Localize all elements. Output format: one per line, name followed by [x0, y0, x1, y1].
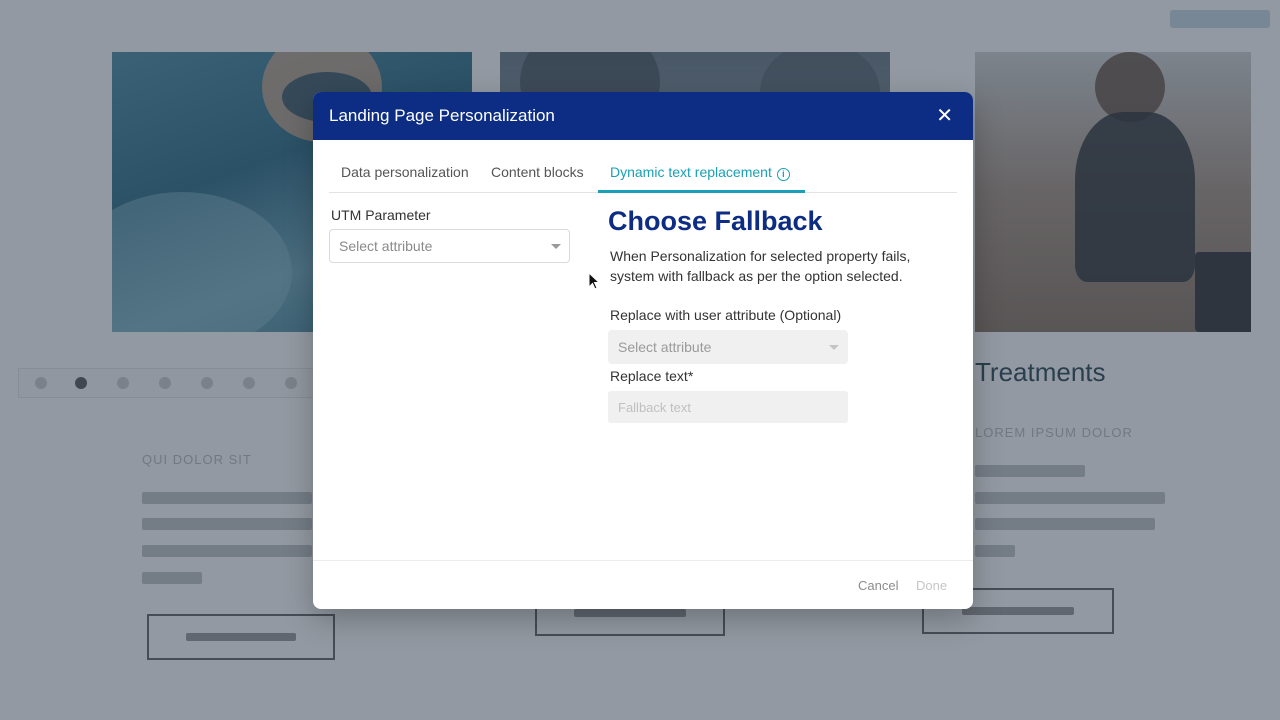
tab-dynamic-text-replacement-label: Dynamic text replacement: [610, 164, 772, 180]
modal-footer: Cancel Done: [313, 560, 973, 609]
chevron-down-icon: [829, 345, 839, 350]
done-button[interactable]: Done: [916, 578, 947, 593]
utm-parameter-select[interactable]: Select attribute: [329, 229, 570, 263]
fallback-description: When Personalization for selected proper…: [610, 248, 911, 284]
modal-title: Landing Page Personalization: [329, 106, 555, 125]
replace-text-label: Replace text*: [610, 368, 694, 384]
info-icon[interactable]: i: [776, 168, 790, 181]
user-attribute-label: Replace with user attribute (Optional): [610, 307, 842, 323]
user-attribute-select-value: Select attribute: [618, 339, 712, 355]
user-attribute-select[interactable]: Select attribute: [608, 330, 848, 364]
utm-parameter-select-value: Select attribute: [339, 238, 433, 254]
personalization-modal: Landing Page Personalization ✕ Data pers…: [313, 92, 973, 609]
active-tab-indicator: [598, 190, 805, 193]
close-icon[interactable]: ✕: [932, 104, 957, 128]
chevron-down-icon: [551, 244, 561, 249]
tab-data-personalization[interactable]: Data personalization: [341, 164, 469, 180]
cancel-button[interactable]: Cancel: [858, 578, 898, 593]
modal-header: Landing Page Personalization ✕: [313, 92, 973, 140]
tab-bar: Data personalization Content blocks Dyna…: [329, 156, 957, 193]
mouse-cursor-icon: [588, 272, 600, 290]
tab-dynamic-text-replacement[interactable]: Dynamic text replacement i: [610, 164, 790, 181]
fallback-heading: Choose Fallback: [608, 206, 823, 236]
tab-content-blocks[interactable]: Content blocks: [491, 164, 584, 180]
utm-parameter-label: UTM Parameter: [331, 207, 431, 223]
replace-text-input[interactable]: [608, 391, 848, 423]
